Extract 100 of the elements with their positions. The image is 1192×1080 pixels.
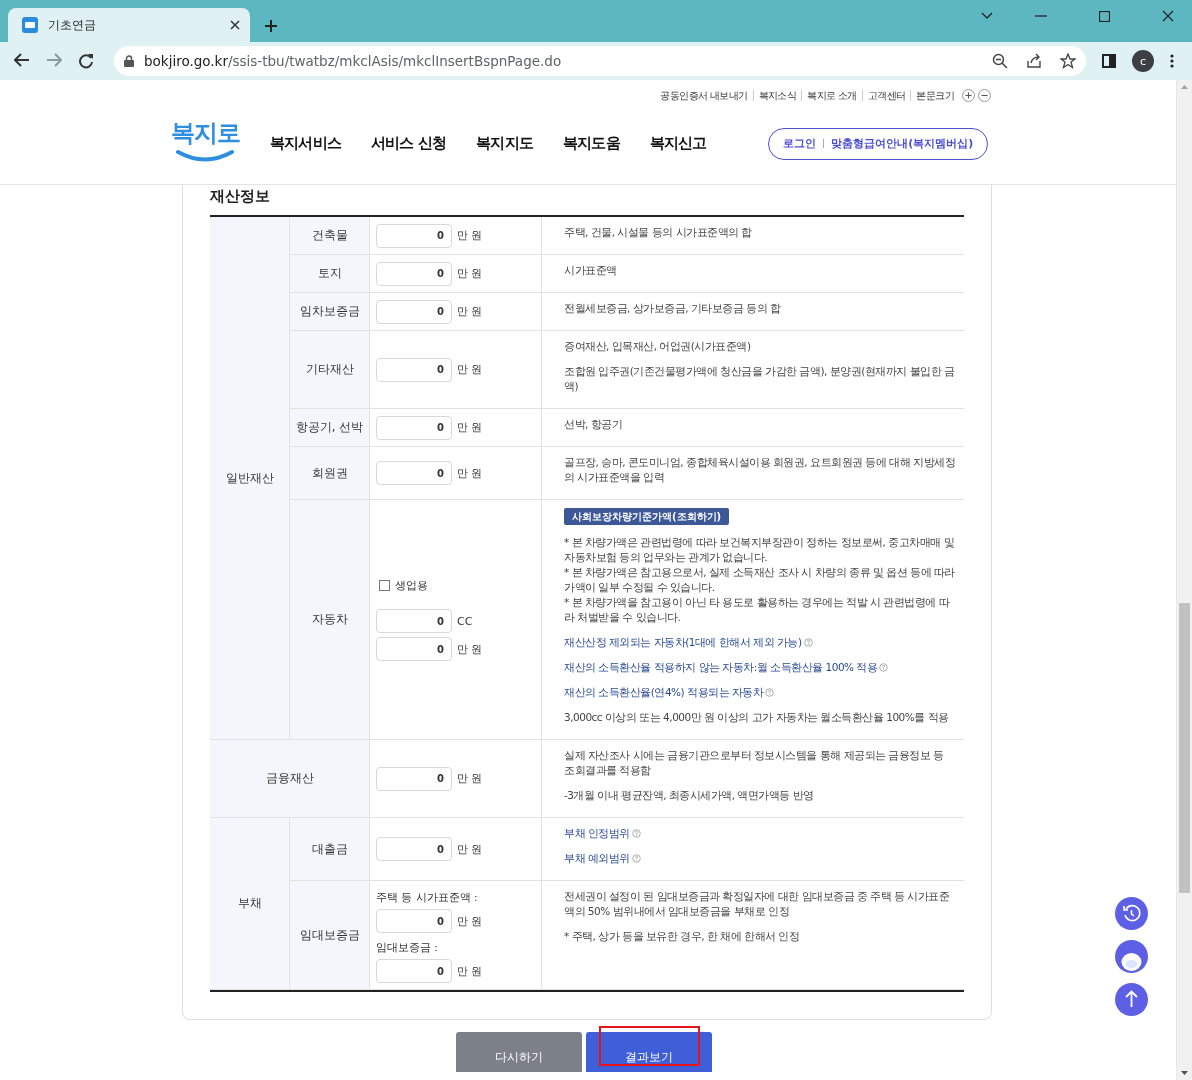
- row-label: 회원권: [290, 447, 370, 500]
- group-label: 부채: [210, 818, 290, 990]
- unit-label: CC: [457, 614, 473, 628]
- description-text: 실제 자산조사 시에는 금융기관으로부터 정보시스템을 통해 제공되는 금융정보 등 조회결과를 적용함: [564, 748, 945, 778]
- group-label: 일반재산: [210, 217, 290, 740]
- amount-field[interactable]: 0: [376, 959, 452, 983]
- amount-field[interactable]: 0: [376, 909, 452, 933]
- amount-field[interactable]: 0: [376, 766, 452, 791]
- address-bar[interactable]: bokjiro.go.kr/ssis-tbu/twatbz/mkclAsis/mkclInsertBspnPage.do: [114, 46, 1086, 76]
- description-text: -3개월 이내 평균잔액, 최종시세가액, 액면가액등 반영: [564, 788, 815, 803]
- scrollbar-thumb[interactable]: [1179, 603, 1190, 893]
- share-icon[interactable]: [1026, 53, 1042, 69]
- chatbot-button[interactable]: [1115, 940, 1148, 973]
- row-label: 자동차: [290, 500, 370, 740]
- checkbox-box[interactable]: [379, 580, 390, 591]
- amount-field[interactable]: 0: [376, 609, 452, 633]
- close-icon[interactable]: [230, 20, 240, 30]
- help-icon: [803, 638, 813, 647]
- utility-link[interactable]: 본문크기: [910, 89, 959, 101]
- star-icon[interactable]: [1060, 53, 1076, 69]
- nav-menu-item[interactable]: 복지도움: [563, 134, 620, 153]
- lookup-button[interactable]: 사회보장차량기준가액(조회하기): [564, 508, 730, 525]
- utility-link[interactable]: 복지로 소개: [801, 89, 862, 101]
- row-label: 임차보증금: [290, 293, 370, 331]
- favicon-icon: [22, 17, 38, 33]
- help-icon: [631, 854, 641, 863]
- profile-avatar[interactable]: c: [1132, 50, 1154, 72]
- unit-label: 만 원: [457, 913, 483, 929]
- unit-label: 만 원: [457, 771, 483, 786]
- utility-link[interactable]: 복지소식: [752, 89, 802, 101]
- unit-label: 만 원: [457, 362, 483, 377]
- nav-menu-item[interactable]: 서비스 신청: [371, 134, 447, 153]
- amount-field[interactable]: 0: [376, 261, 452, 286]
- checkbox-label[interactable]: 생업용: [395, 578, 428, 593]
- unit-label: 만 원: [457, 641, 483, 657]
- field-caption: 임대보증금 :: [376, 941, 439, 955]
- amount-field[interactable]: 0: [376, 637, 452, 661]
- unit-label: 만 원: [457, 963, 483, 979]
- description-text: 전월세보증금, 상가보증금, 기타보증금 등의 합: [564, 301, 782, 316]
- menu-icon[interactable]: [1170, 54, 1174, 68]
- close-icon[interactable]: [1162, 10, 1174, 22]
- help-link[interactable]: 재산의 소득환산율 적용하지 않는 자동차:월 소득환산율 100% 적용: [564, 660, 889, 675]
- zoom-out-icon[interactable]: [992, 53, 1008, 69]
- amount-field[interactable]: 0: [376, 461, 452, 485]
- field-caption: 주택 등 시가표준액 :: [376, 891, 479, 905]
- unit-label: 만 원: [457, 266, 483, 281]
- history-button[interactable]: [1115, 897, 1148, 930]
- group-label: 금융재산: [210, 740, 370, 818]
- browser-tab[interactable]: 기초연금: [8, 8, 250, 42]
- description-text: * 주택, 상가 등을 보유한 경우, 한 채에 한해서 인정: [564, 929, 801, 944]
- help-link[interactable]: 재산산정 제외되는 자동차(1대에 한해서 제외 가능): [564, 635, 813, 650]
- unit-label: 만 원: [457, 420, 483, 435]
- help-link[interactable]: 부채 인정범위: [564, 826, 641, 841]
- plus-icon[interactable]: [962, 88, 975, 102]
- sidebar-icon[interactable]: [1102, 54, 1116, 68]
- nav-menu-item[interactable]: 복지지도: [476, 134, 534, 153]
- action-button[interactable]: 결과보기: [586, 1032, 712, 1072]
- description-text: 시가표준액: [564, 263, 618, 278]
- new-tab-icon[interactable]: [264, 19, 278, 33]
- notice-text: * 본 차량가액을 참고용이 아닌 타 용도로 활용하는 경우에는 적발 시 관련법령에 따라 처벌받을 수 있습니다.: [564, 595, 951, 625]
- forward-arrow-icon: [46, 53, 62, 67]
- action-button[interactable]: 다시하기: [456, 1032, 582, 1072]
- utility-link[interactable]: 고객센터: [861, 89, 911, 101]
- amount-field[interactable]: 0: [376, 837, 452, 861]
- login-link[interactable]: 로그인: [782, 136, 816, 151]
- membership-link[interactable]: 맞춤형급여안내(복지멤버십): [831, 136, 974, 151]
- amount-field[interactable]: 0: [376, 357, 452, 382]
- reload-icon[interactable]: [78, 53, 94, 69]
- description-text: 증여재산, 입목재산, 어업권(시가표준액): [564, 339, 752, 354]
- row-label: 기타재산: [290, 331, 370, 409]
- minus-icon[interactable]: [978, 88, 991, 102]
- chevron-down-icon[interactable]: [981, 12, 993, 20]
- notice-text: * 본 차량가액은 관련법령에 따라 보건복지부장관이 정하는 정보로써, 중고차매매 및 자동차보험 등의 업무와는 관계가 없습니다.: [564, 535, 956, 565]
- tab-title: 기초연금: [48, 16, 97, 34]
- lock-icon: [124, 55, 134, 67]
- url-text: bokjiro.go.kr/ssis-tbu/twatbz/mkclAsis/mkclInsertBspnPage.do: [144, 53, 563, 69]
- row-label: 임대보증금: [290, 881, 370, 990]
- description-text: 조합원 입주권(기존건물평가액에 청산금을 가감한 금액), 분양권(현재까지 불입한 금액): [564, 364, 956, 394]
- amount-field[interactable]: 0: [376, 223, 452, 248]
- help-icon: [631, 829, 641, 838]
- scroll-top-button[interactable]: [1115, 983, 1148, 1016]
- amount-field[interactable]: 0: [376, 299, 452, 324]
- unit-label: 만 원: [457, 228, 483, 243]
- row-label: 대출금: [290, 818, 370, 881]
- nav-menu-item[interactable]: 복지신고: [649, 134, 707, 153]
- description-text: 주택, 건물, 시설물 등의 시가표준액의 합: [564, 225, 753, 240]
- description-text: 3,000cc 이상의 또는 4,000만 원 이상의 고가 자동차는 월소득환산율 100%를 적용: [564, 710, 950, 725]
- description-text: 전세권이 설정이 된 임대보증금과 확정일자에 대한 임대보증금 중 주택 등 시가표준액의 50% 범위내에서 임대보증금을 부채로 인정: [564, 889, 951, 919]
- help-link[interactable]: 재산의 소득환산율(연4%) 적용되는 자동차: [564, 685, 775, 700]
- amount-field[interactable]: 0: [376, 415, 452, 440]
- description-text: 선박, 항공기: [564, 417, 624, 432]
- maximize-icon[interactable]: [1099, 10, 1110, 22]
- nav-menu-item[interactable]: 복지서비스: [270, 134, 341, 153]
- unit-label: 만 원: [457, 304, 483, 319]
- back-arrow-icon[interactable]: [14, 53, 30, 67]
- scroll-down-icon[interactable]: [1181, 1071, 1188, 1075]
- utility-link[interactable]: 공동인증서 내보내기: [655, 89, 753, 101]
- unit-label: 만 원: [457, 465, 483, 481]
- help-icon: [879, 663, 889, 672]
- help-link[interactable]: 부채 예외범위: [564, 851, 641, 866]
